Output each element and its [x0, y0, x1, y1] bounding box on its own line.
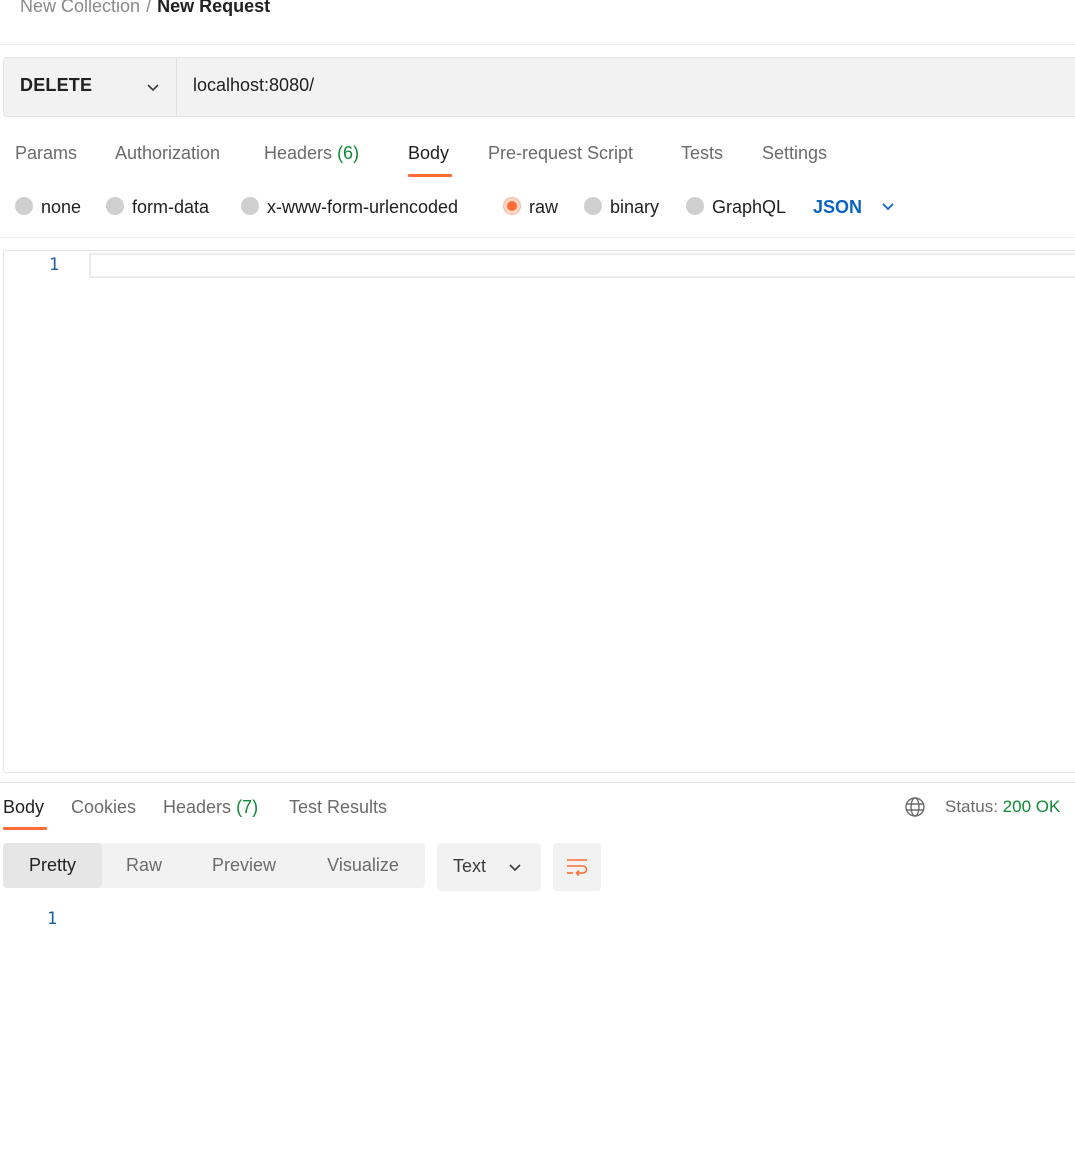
tab-params[interactable]: Params: [15, 141, 77, 165]
tab-tests[interactable]: Tests: [681, 141, 723, 165]
tab-headers-label: Headers: [264, 143, 333, 163]
body-format-select[interactable]: JSON: [813, 194, 896, 220]
method-select[interactable]: DELETE: [4, 58, 177, 116]
radio-button: [15, 197, 33, 216]
view-mode-preview[interactable]: Preview: [186, 843, 302, 888]
radio-form-data-label: form-data: [132, 197, 210, 217]
radio-raw[interactable]: raw: [503, 194, 558, 220]
headers-count-badge: (6): [337, 143, 360, 163]
wrap-lines-button[interactable]: [553, 843, 601, 891]
breadcrumb-separator: /: [146, 0, 152, 16]
response-format-select[interactable]: Text: [437, 843, 541, 891]
breadcrumb-collection[interactable]: New Collection: [20, 0, 140, 16]
tab-authorization[interactable]: Authorization: [115, 141, 220, 165]
wrap-lines-icon: [567, 859, 588, 877]
tab-pre-request-script[interactable]: Pre-request Script: [488, 141, 633, 165]
radio-button: [686, 197, 704, 216]
header-divider: [0, 44, 1075, 45]
radio-binary[interactable]: binary: [584, 194, 659, 220]
response-divider[interactable]: [0, 782, 1075, 783]
radio-none-label: none: [41, 197, 82, 217]
radio-graphql-label: GraphQL: [712, 197, 787, 217]
radio-form-data[interactable]: form-data: [106, 194, 209, 220]
request-body-editor[interactable]: [3, 250, 1075, 773]
response-format-label: Text: [453, 856, 487, 876]
body-format-label: JSON: [813, 197, 863, 217]
active-tab-indicator: [408, 174, 452, 177]
response-tab-cookies[interactable]: Cookies: [71, 795, 136, 819]
tab-body[interactable]: Body: [408, 141, 449, 165]
status-value: 200 OK: [1002, 797, 1061, 816]
response-headers-count-badge: (7): [236, 797, 259, 817]
response-tab-body[interactable]: Body: [3, 795, 44, 819]
status-label: Status:: [945, 797, 998, 816]
chevron-down-icon: [509, 864, 521, 872]
radio-none[interactable]: none: [15, 194, 81, 220]
response-line-number: 1: [47, 909, 58, 929]
radio-binary-label: binary: [610, 197, 660, 217]
radio-button: [106, 197, 124, 216]
breadcrumb: New Collection / New Request: [20, 0, 270, 18]
response-status[interactable]: Status: 200 OK: [945, 795, 1060, 819]
chevron-down-icon: [147, 84, 159, 92]
view-mode-segment: Pretty Raw Preview Visualize: [3, 843, 425, 888]
active-line-highlight[interactable]: [89, 253, 1075, 278]
radio-urlencoded-label: x-www-form-urlencoded: [267, 197, 459, 217]
radio-graphql[interactable]: GraphQL: [686, 194, 786, 220]
view-mode-pretty[interactable]: Pretty: [3, 843, 102, 888]
response-tab-headers-label: Headers: [163, 797, 232, 817]
chevron-down-icon: [882, 203, 894, 211]
url-input[interactable]: localhost:8080/: [193, 75, 314, 96]
radio-button-selected: [503, 197, 521, 216]
breadcrumb-request-name[interactable]: New Request: [157, 0, 270, 16]
view-mode-visualize[interactable]: Visualize: [302, 843, 424, 888]
radio-button: [584, 197, 602, 216]
radio-button: [241, 197, 259, 216]
line-number: 1: [49, 255, 60, 275]
view-mode-raw[interactable]: Raw: [102, 843, 186, 888]
section-divider: [0, 237, 1075, 238]
radio-raw-label: raw: [529, 197, 559, 217]
response-tab-test-results[interactable]: Test Results: [289, 795, 387, 819]
tab-headers[interactable]: Headers (6): [264, 141, 359, 165]
url-bar: DELETE localhost:8080/: [3, 57, 1075, 117]
response-active-tab-indicator: [3, 827, 47, 830]
radio-x-www-form-urlencoded[interactable]: x-www-form-urlencoded: [241, 194, 458, 220]
method-label: DELETE: [20, 75, 93, 95]
response-tab-headers[interactable]: Headers (7): [163, 795, 258, 819]
tab-settings[interactable]: Settings: [762, 141, 827, 165]
globe-icon[interactable]: [904, 796, 926, 818]
